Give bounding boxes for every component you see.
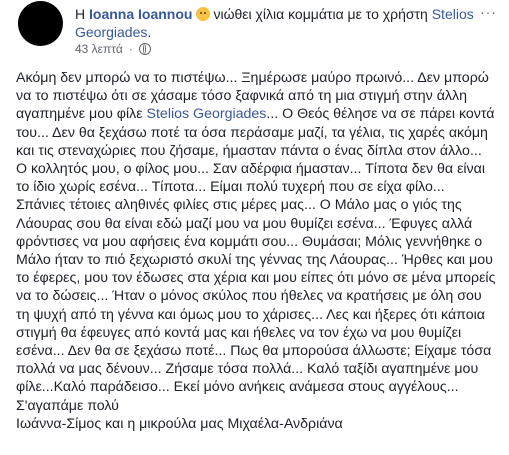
- post-text-line3: Ιωάννα-Σίμος και η μικρούλα μας Μιχαέλα-…: [16, 415, 343, 432]
- author-name-link[interactable]: Ioanna Ioannou: [89, 6, 192, 22]
- post-text-line2: Σ'αγαπάμε πολύ: [16, 397, 119, 414]
- post-body: Ακόμη δεν μπορώ να το πιστέψω... Ξημέρωσ…: [16, 69, 496, 433]
- post-meta: 43 λεπτά ·: [75, 42, 151, 56]
- header-prefix: Η: [75, 6, 86, 22]
- post-text-part2: ... Ο Θεός θέλησε να σε πάρει κοντά του.…: [16, 106, 496, 396]
- sad-face-icon: [196, 7, 211, 21]
- body-mention-link[interactable]: Stelios Georgiades: [147, 106, 267, 122]
- feeling-text: νιώθει χίλια κομμάτια με το χρήστη: [213, 6, 428, 22]
- globe-icon[interactable]: [138, 43, 151, 55]
- post-text-paragraph: Ακόμη δεν μπορώ να το πιστέψω... Ξημέρωσ…: [16, 69, 496, 397]
- more-options-icon[interactable]: ···: [480, 4, 497, 20]
- tagged-suffix: .: [147, 24, 152, 40]
- author-avatar[interactable]: [18, 1, 63, 46]
- timestamp-link[interactable]: 43 λεπτά: [75, 42, 123, 56]
- facebook-post: Η Ioanna Ioannou νιώθει χίλια κομμάτια με…: [0, 0, 509, 455]
- post-header: Η Ioanna Ioannou νιώθει χίλια κομμάτια με…: [75, 5, 475, 41]
- meta-separator: ·: [128, 42, 133, 56]
